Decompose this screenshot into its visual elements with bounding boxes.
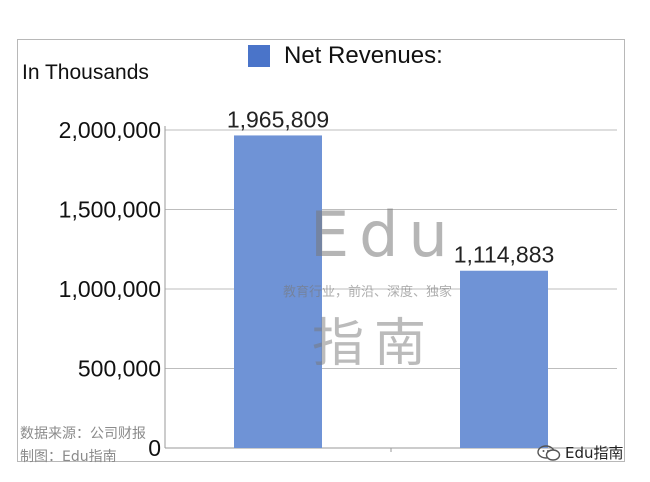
y-tick-label: 2,000,000: [59, 117, 161, 143]
brand-badge: Edu指南: [537, 442, 624, 463]
bar: [460, 270, 548, 448]
y-tick-label: 1,000,000: [59, 276, 161, 302]
y-tick-label: 1,500,000: [59, 197, 161, 223]
watermark-edu: Edu: [310, 198, 458, 271]
chart-canvas: 0 500,000 1,000,000 1,500,000 2,000,000 1,965…: [0, 0, 650, 482]
y-tick-label: 500,000: [78, 356, 161, 382]
y-axis-unit-label: In Thousands: [22, 61, 149, 84]
legend: Net Revenues:: [248, 42, 443, 70]
legend-label: Net Revenues:: [284, 42, 443, 69]
legend-swatch: [248, 45, 270, 67]
wechat-icon: [537, 444, 561, 461]
y-tick-label: 0: [148, 435, 161, 461]
watermark-tagline: 教育行业，前沿、深度、独家: [283, 285, 453, 300]
watermark-zh: 指南: [312, 314, 437, 374]
bar-data-label: 1,114,883: [454, 242, 555, 268]
bar-data-label: 1,965,809: [227, 106, 329, 132]
made-by-note: 制图：Edu指南: [20, 449, 117, 465]
brand-name: Edu指南: [565, 444, 624, 462]
source-note: 数据来源：公司财报: [20, 426, 146, 442]
